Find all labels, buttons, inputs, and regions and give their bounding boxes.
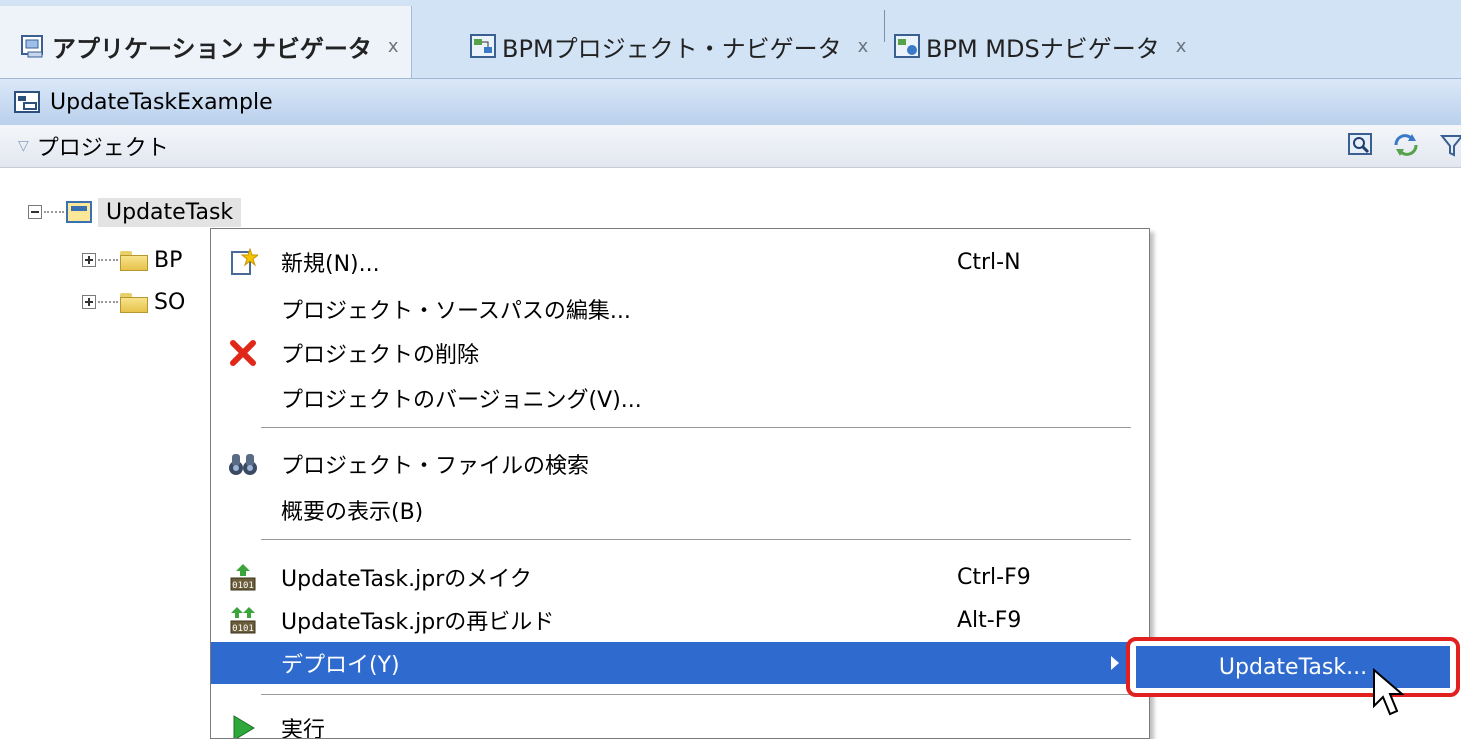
menu-item-label: UpdateTask.jprの再ビルド [281,610,555,635]
menu-item-label: 概要の表示(B) [281,500,424,525]
tab-label: アプリケーション ナビゲータ [52,34,372,63]
menu-item-deploy[interactable]: デプロイ(Y) [211,642,1149,684]
menu-separator [261,427,1131,429]
menu-item-show-overview[interactable]: 概要の表示(B) [211,489,1149,531]
filter-icon[interactable] [1439,133,1461,157]
submenu-arrow-icon [1111,656,1119,670]
search-icon[interactable] [1348,133,1374,157]
run-icon [223,708,263,738]
menu-item-label: UpdateTask.jprのメイク [281,567,532,592]
menu-item-delete-project[interactable]: プロジェクトの削除 [211,332,1149,374]
tree-node-label: SO [154,289,186,315]
tab-separator [884,10,885,42]
submenu-item-label: UpdateTask... [1218,654,1368,680]
application-name: UpdateTaskExample [50,89,273,115]
close-icon[interactable]: x [388,36,399,57]
menu-item-edit-source-path[interactable]: プロジェクト・ソースパスの編集... [211,288,1149,330]
menu-item-shortcut: Alt-F9 [957,607,1022,633]
collapse-toggle-icon[interactable] [28,205,42,219]
svg-text:0101: 0101 [232,624,254,634]
tree-connector [44,211,64,213]
projects-panel-title: プロジェクト [36,136,169,161]
tree-connector [98,301,118,303]
tree-node-child[interactable]: BP [82,240,182,280]
new-icon [223,242,263,282]
menu-item-label: プロジェクトの削除 [281,343,480,368]
menu-item-label: プロジェクト・ソースパスの編集... [281,299,631,324]
deploy-submenu-highlight: UpdateTask... [1126,637,1460,697]
menu-item-label: 新規(N)... [281,252,380,277]
menu-item-find-files[interactable]: プロジェクト・ファイルの検索 [211,443,1149,485]
tree-node-label: BP [154,247,183,273]
menu-separator [261,694,1131,696]
menu-item-label: 実行 [281,718,326,739]
menu-item-label: デプロイ(Y) [281,653,400,678]
svg-text:0101: 0101 [232,581,254,591]
tree-node-label: UpdateTask [98,197,242,227]
delete-icon [223,333,263,373]
folder-icon [120,249,148,271]
make-icon: 0101 [223,557,263,597]
tab-application-navigator[interactable]: アプリケーション ナビゲータ x [0,6,412,86]
tab-label: BPM MDSナビゲータ [926,34,1160,63]
rebuild-icon: 0101 [223,600,263,640]
bpm-mds-navigator-icon [894,33,920,59]
close-icon[interactable]: x [858,36,869,57]
close-icon[interactable]: x [1176,36,1187,57]
mouse-cursor-icon [1372,667,1406,720]
menu-item-run[interactable]: 実行 [211,707,1149,739]
binoculars-icon [223,444,263,484]
tab-bpm-project-navigator[interactable]: BPMプロジェクト・ナビゲータ x [470,6,868,86]
projects-panel-header[interactable]: ▽ プロジェクト [0,125,1461,168]
context-menu: 新規(N)... Ctrl-N プロジェクト・ソースパスの編集... プロジェク… [210,228,1150,739]
tab-bpm-mds-navigator[interactable]: BPM MDSナビゲータ x [894,6,1186,86]
menu-item-versioning[interactable]: プロジェクトのバージョニング(V)... [211,377,1149,419]
application-icon [14,91,40,113]
expand-toggle-icon[interactable] [82,295,96,309]
project-folder-icon [66,201,92,223]
menu-separator [261,539,1131,541]
menu-item-shortcut: Ctrl-F9 [957,564,1031,590]
application-selector[interactable]: UpdateTaskExample [0,78,1461,126]
collapse-triangle-icon[interactable]: ▽ [18,138,29,154]
folder-icon [120,291,148,313]
menu-item-label: プロジェクトのバージョニング(V)... [281,388,642,413]
refresh-icon[interactable] [1392,133,1420,157]
menu-item-new[interactable]: 新規(N)... Ctrl-N [211,241,1149,283]
menu-item-shortcut: Ctrl-N [957,249,1021,275]
menu-item-label: プロジェクト・ファイルの検索 [281,454,590,479]
tree-node-root[interactable]: UpdateTask [28,192,242,232]
app-navigator-icon [20,33,46,59]
menu-item-make[interactable]: 0101 UpdateTask.jprのメイク Ctrl-F9 [211,556,1149,598]
expand-toggle-icon[interactable] [82,253,96,267]
bpm-project-navigator-icon [470,33,496,59]
tree-node-child[interactable]: SO [82,282,185,322]
tree-connector [98,259,118,261]
menu-item-rebuild[interactable]: 0101 UpdateTask.jprの再ビルド Alt-F9 [211,599,1149,641]
tab-label: BPMプロジェクト・ナビゲータ [502,34,842,63]
